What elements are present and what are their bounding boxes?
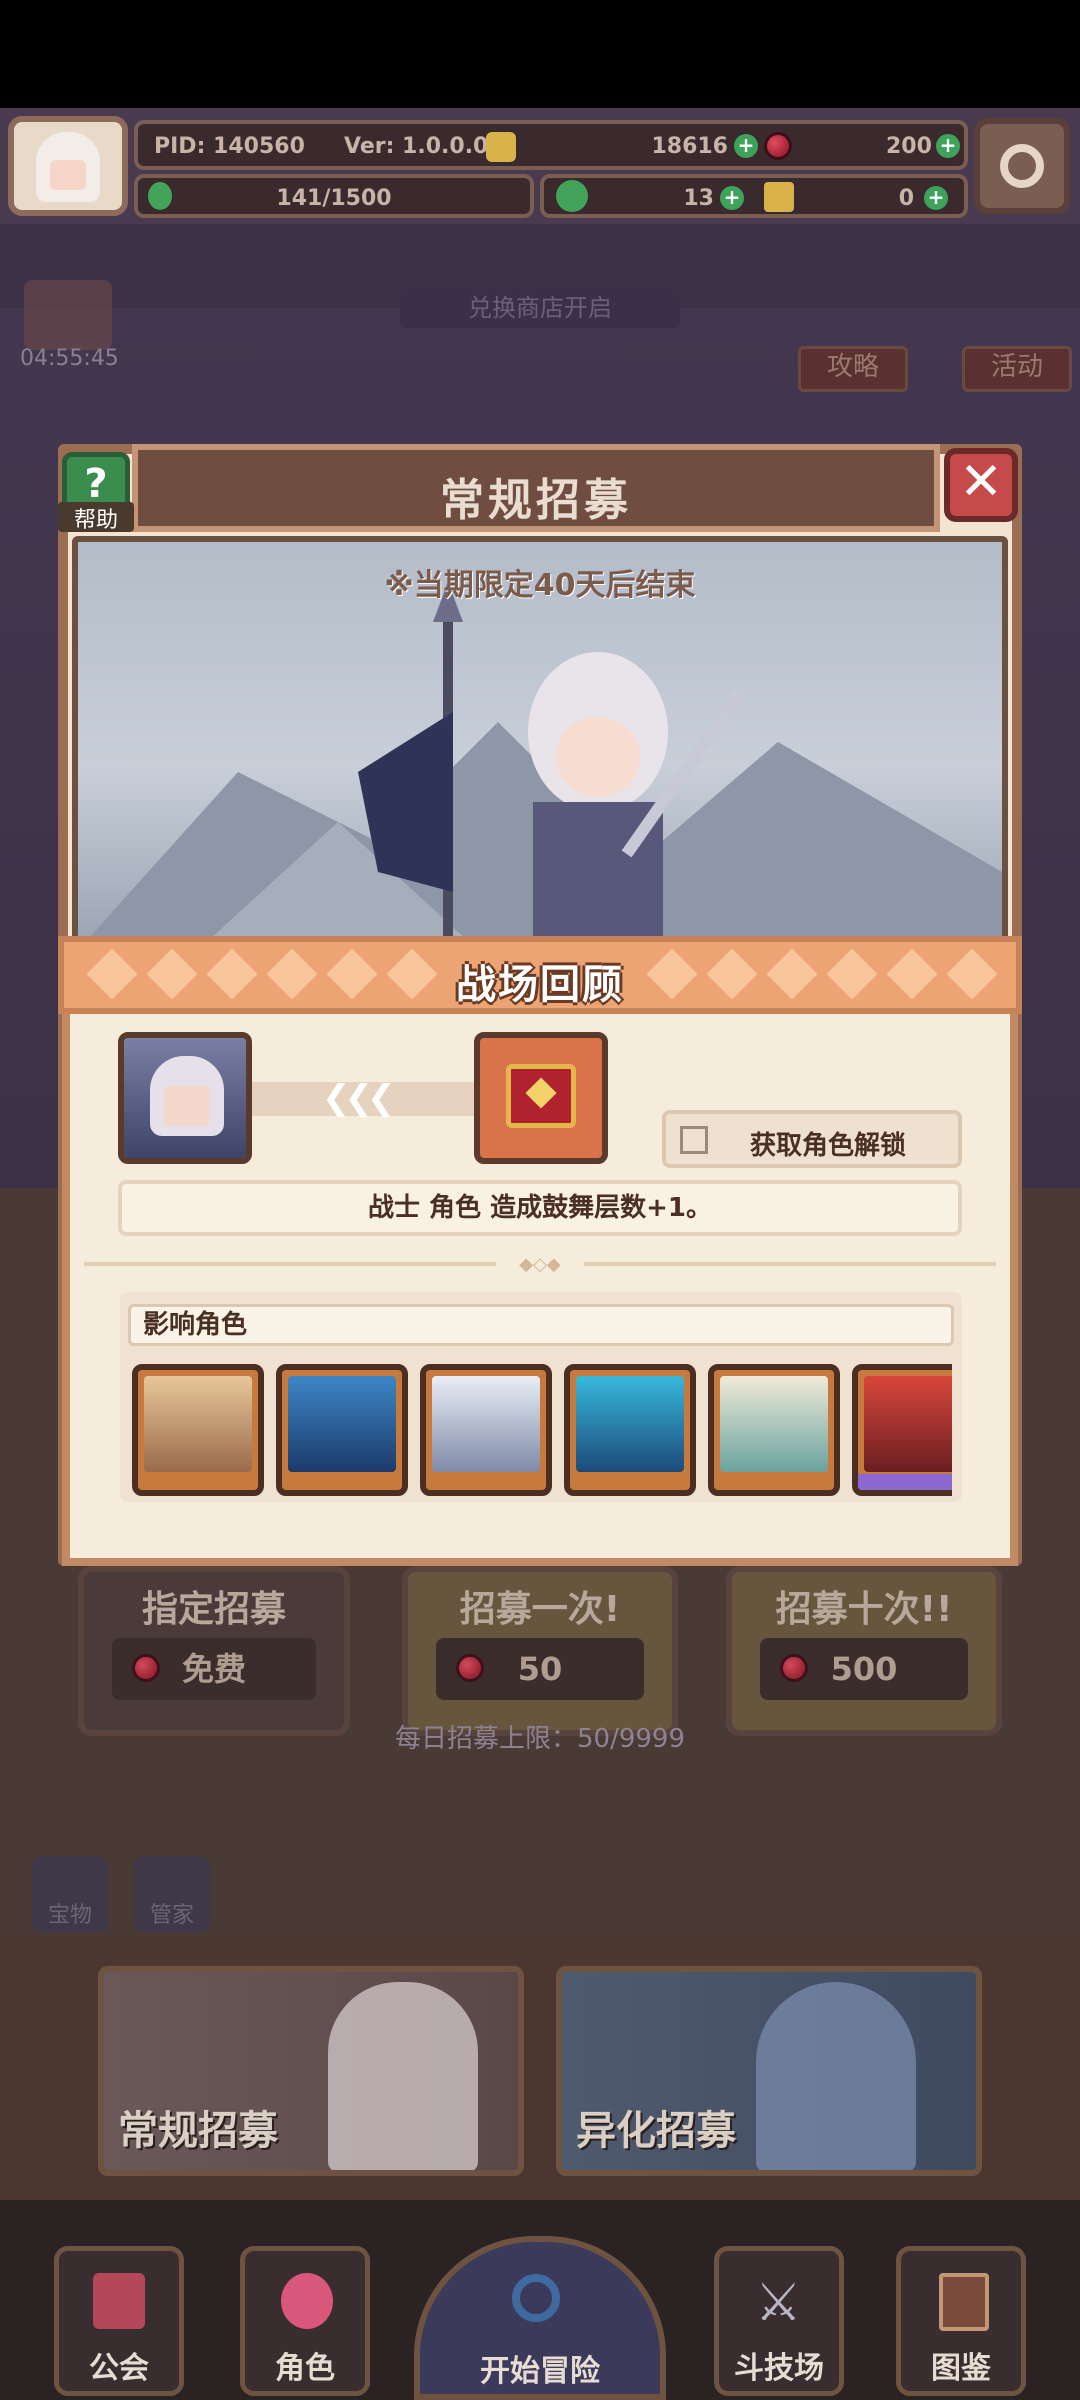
crossed-swords-icon: ⚔ — [755, 2273, 802, 2333]
event-button[interactable]: 活动 — [962, 346, 1072, 392]
designated-recruit-label: 指定招募 — [141, 1589, 286, 1630]
arrow-left-icon: ❮❮❮ — [322, 1078, 396, 1118]
gear-icon — [1000, 144, 1044, 188]
hero-portrait-1[interactable] — [132, 1364, 264, 1496]
nav-codex[interactable]: 图鉴 — [896, 2246, 1026, 2396]
recall-arrow-track: ❮❮❮ — [252, 1078, 474, 1118]
tab-normal-recruit[interactable]: 常规招募 — [98, 1966, 524, 2176]
unlock-label: 获取角色解锁 — [750, 1131, 907, 1161]
resource-bar: 13 + 0 + — [540, 174, 968, 218]
treasure-chest-slot[interactable] — [474, 1032, 608, 1164]
info-bar: PID: 140560 Ver: 1.0.0.0 18616 + 200 + — [134, 120, 968, 170]
nav-guild[interactable]: 公会 — [54, 2246, 184, 2396]
hero-portrait-2[interactable] — [276, 1364, 408, 1496]
magnifier-icon — [512, 2274, 560, 2322]
nav-adventure-label: 开始冒险 — [480, 2354, 600, 2389]
recruit-once-label: 招募一次! — [459, 1589, 621, 1630]
settings-button[interactable] — [974, 118, 1070, 214]
recruit-once-button[interactable]: 招募一次! 50 — [402, 1566, 678, 1736]
gift-icon[interactable] — [24, 280, 112, 350]
book-icon — [939, 2273, 989, 2331]
affected-list[interactable] — [128, 1360, 952, 1500]
daily-limit: 每日招募上限：50/9999 — [394, 1724, 685, 1754]
designated-recruit-button[interactable]: 指定招募 免费 — [78, 1566, 350, 1736]
nav-character[interactable]: 角色 — [240, 2246, 370, 2396]
nav-guild-label: 公会 — [89, 2351, 149, 2386]
keys-value: 0 — [898, 186, 914, 211]
source-character-portrait[interactable] — [118, 1032, 252, 1164]
key-icon — [764, 182, 794, 212]
stamina-value: 141/1500 — [276, 186, 392, 211]
designated-recruit-price: 免费 — [181, 1650, 246, 1688]
recruit-ten-label: 招募十次!! — [775, 1589, 953, 1630]
player-avatar[interactable] — [8, 116, 128, 216]
gem-icon — [456, 1654, 484, 1682]
clover-value: 13 — [683, 186, 714, 211]
tab-normal-label: 常规招募 — [118, 2108, 278, 2154]
stamina-bar: 141/1500 — [134, 174, 534, 218]
recruit-once-price: 50 — [517, 1650, 563, 1688]
version-label: Ver: 1.0.0.0 — [344, 134, 489, 159]
tab-alien-recruit[interactable]: 异化招募 — [556, 1966, 982, 2176]
nav-character-label: 角色 — [275, 2351, 335, 2386]
gem-icon — [780, 1654, 808, 1682]
add-keys-icon[interactable]: + — [924, 186, 948, 210]
hero-portrait-5[interactable] — [708, 1364, 840, 1496]
add-clover-icon[interactable]: + — [720, 186, 744, 210]
guild-icon — [93, 2273, 145, 2329]
nav-arena[interactable]: ⚔ 斗技场 — [714, 2246, 844, 2396]
unlock-info[interactable]: 获取角色解锁 — [662, 1110, 962, 1168]
recruit-ten-price: 500 — [830, 1650, 898, 1688]
panel-title: 常规招募 — [440, 475, 632, 526]
shop-banner[interactable]: 兑换商店开启 — [400, 288, 680, 328]
treasure-button[interactable]: 宝物 — [32, 1856, 108, 1932]
panel-title-bar: 常规招募 — [132, 444, 940, 532]
guide-button[interactable]: 攻略 — [798, 346, 908, 392]
limit-notice: ※当期限定40天后结束 — [384, 568, 696, 603]
recruit-ten-button[interactable]: 招募十次!! 500 — [726, 1566, 1002, 1736]
recall-title: 战场回顾 — [456, 962, 624, 1008]
gem-icon — [764, 132, 792, 160]
hero-portrait-6[interactable] — [852, 1364, 952, 1496]
pid-label: PID: 140560 — [154, 134, 305, 159]
tab-alien-label: 异化招募 — [576, 2108, 736, 2154]
hero-portrait-3[interactable] — [420, 1364, 552, 1496]
nav-codex-label: 图鉴 — [931, 2351, 991, 2386]
recall-header: 战场回顾 — [58, 936, 1022, 1014]
hero-portrait-4[interactable] — [564, 1364, 696, 1496]
event-timer: 04:55:45 — [20, 346, 119, 371]
character-icon — [281, 2273, 333, 2329]
gem-icon — [132, 1654, 160, 1682]
effect-description: 战士 角色 造成鼓舞层数+1。 — [118, 1180, 962, 1236]
gold-value: 18616 — [651, 134, 728, 159]
affected-label: 影响角色 — [128, 1304, 954, 1346]
butler-button[interactable]: 管家 — [134, 1856, 210, 1932]
add-gems-icon[interactable]: + — [936, 134, 960, 158]
lock-icon — [680, 1126, 708, 1154]
clover-icon — [556, 180, 588, 212]
coin-icon — [486, 132, 516, 162]
gems-value: 200 — [886, 134, 932, 159]
close-button[interactable]: ✕ — [944, 448, 1018, 522]
add-gold-icon[interactable]: + — [734, 134, 758, 158]
divider-ornament: ◆◇◆ — [496, 1254, 584, 1275]
nav-arena-label: 斗技场 — [734, 2351, 824, 2386]
help-label: 帮助 — [58, 502, 134, 533]
